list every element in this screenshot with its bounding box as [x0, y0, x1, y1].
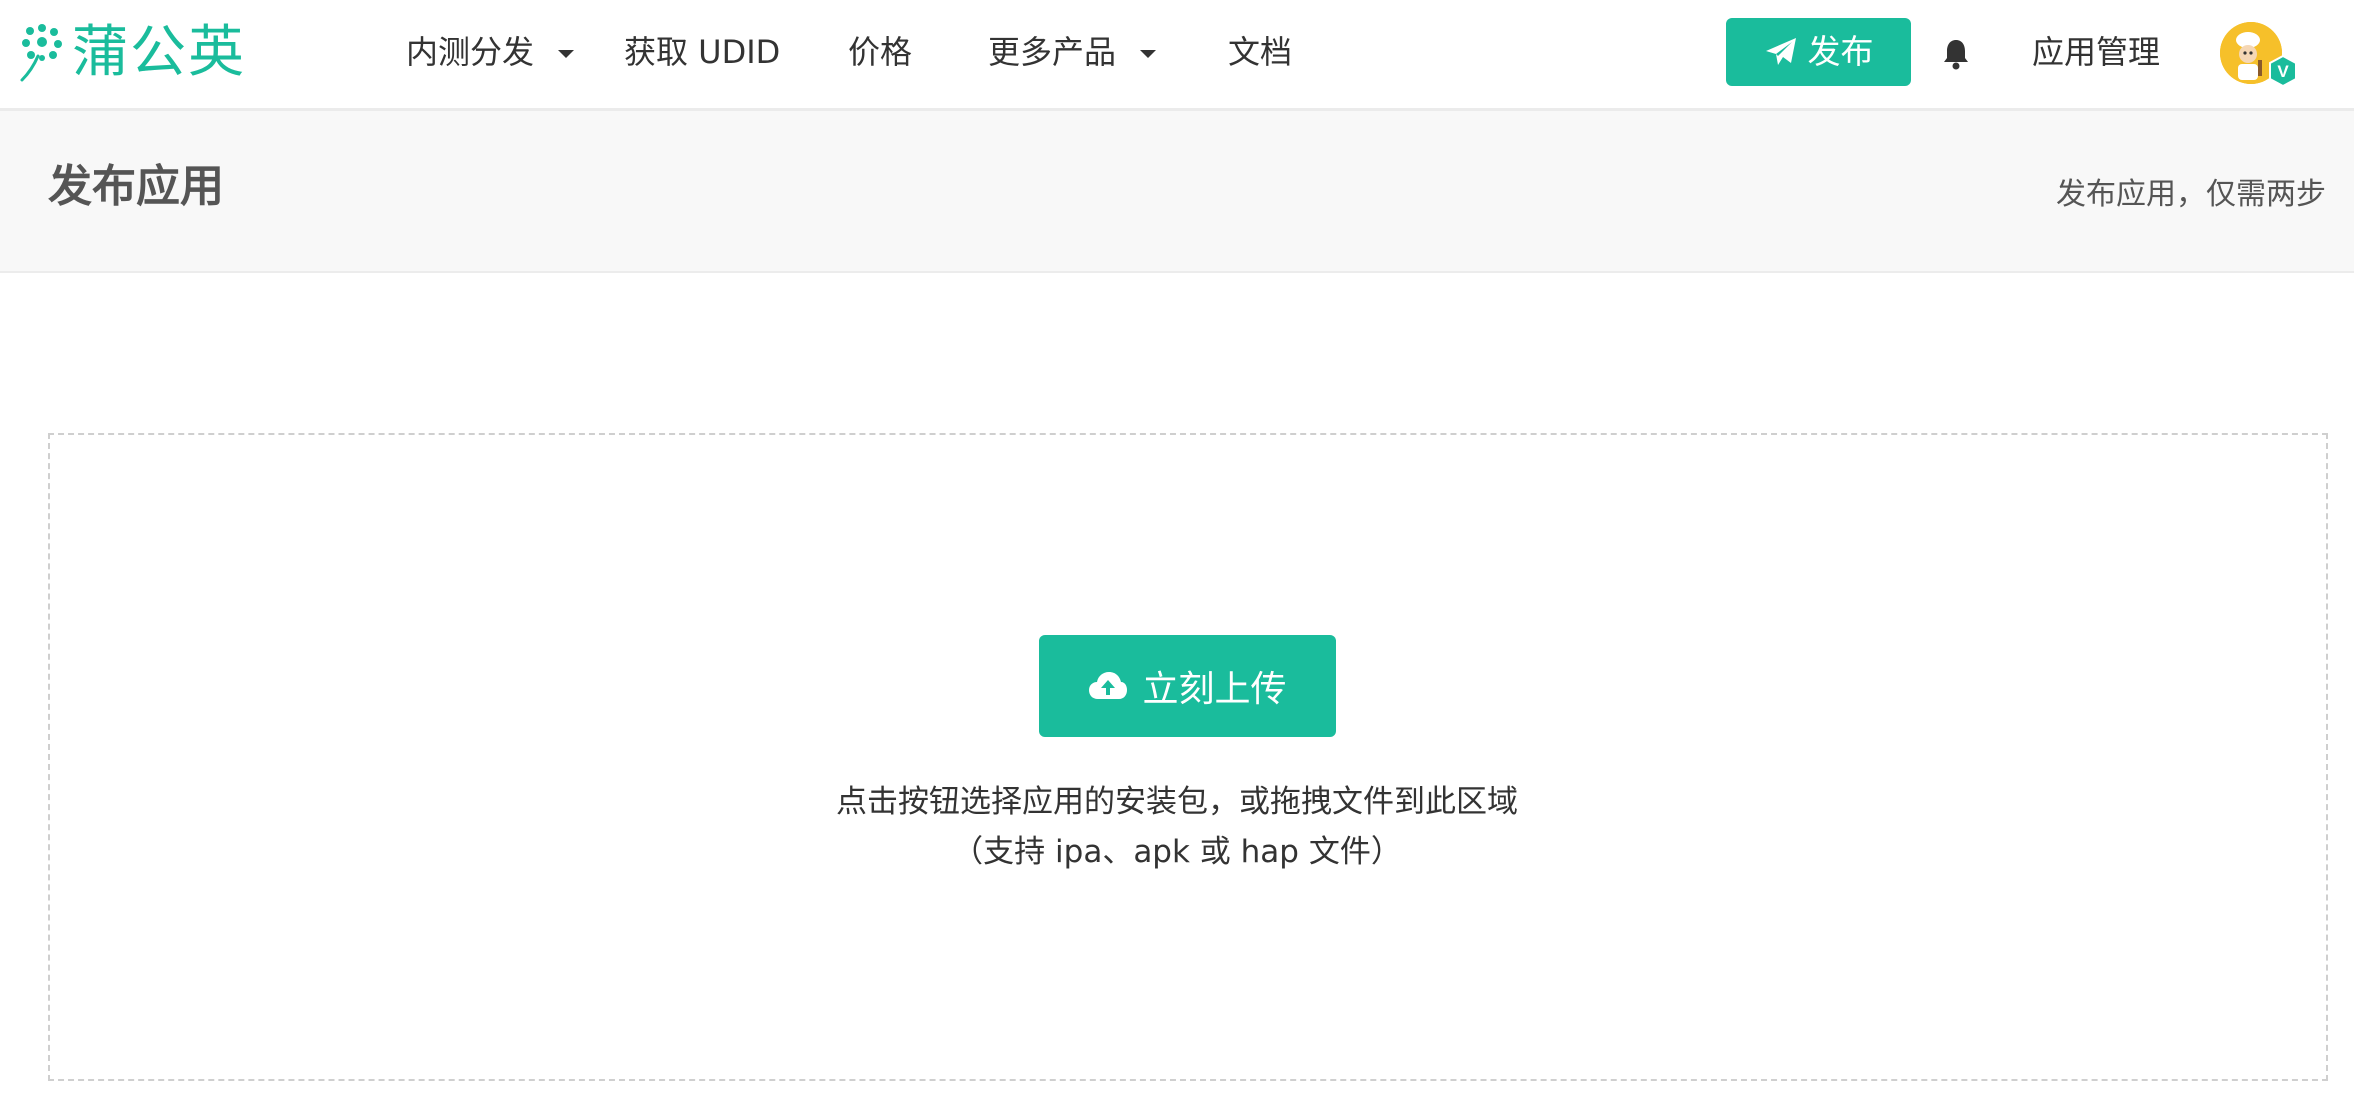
- nav-item-label: 内测分发: [406, 33, 535, 71]
- caret-down-icon: [1140, 50, 1157, 58]
- nav-item-pricing[interactable]: 价格: [848, 28, 912, 76]
- upload-now-label: 立刻上传: [1142, 669, 1287, 710]
- page-title: 发布应用: [48, 161, 224, 212]
- verified-badge-text: V: [2277, 62, 2289, 81]
- caret-down-icon: [558, 50, 575, 58]
- nav-item-get-udid[interactable]: 获取 UDID: [624, 28, 780, 76]
- avatar[interactable]: V: [2220, 22, 2297, 88]
- nav-item-docs[interactable]: 文档: [1228, 28, 1292, 76]
- nav-item-label: 价格: [848, 33, 913, 71]
- nav-item-label: 更多产品: [988, 33, 1117, 71]
- cloud-upload-icon: [1089, 672, 1128, 699]
- publish-label: 发布: [1807, 32, 1874, 71]
- upload-hint-line1: 点击按钮选择应用的安装包，或拖拽文件到此区域: [836, 784, 1518, 820]
- top-navbar: 蒲公英 内测分发 获取 UDID 价格 更多产品 文档 发布 应用管理 V: [0, 0, 2354, 111]
- logo[interactable]: 蒲公英: [16, 18, 246, 88]
- page-subtitle: 发布应用，仅需两步: [2056, 177, 2326, 212]
- upload-drop-zone[interactable]: [48, 433, 2328, 1081]
- verified-badge-icon: V: [2269, 54, 2297, 88]
- nav-item-more-products[interactable]: 更多产品: [988, 28, 1158, 76]
- logo-text: 蒲公英: [72, 20, 246, 85]
- upload-hint-line2: （支持 ipa、apk 或 hap 文件）: [952, 834, 1402, 870]
- publish-button[interactable]: 发布: [1726, 18, 1911, 86]
- upload-now-button[interactable]: 立刻上传: [1039, 635, 1336, 737]
- paper-plane-icon: [1765, 38, 1796, 65]
- page-header: 发布应用 发布应用，仅需两步: [0, 111, 2354, 273]
- app-management-label: 应用管理: [2032, 33, 2161, 71]
- app-management-link[interactable]: 应用管理: [2032, 28, 2160, 76]
- bell-icon: [1944, 40, 1968, 70]
- nav-item-beta-distribution[interactable]: 内测分发: [406, 28, 576, 76]
- notification-bell[interactable]: [1942, 38, 1970, 74]
- nav-item-label: 获取 UDID: [624, 33, 781, 71]
- nav-item-label: 文档: [1228, 33, 1293, 71]
- dandelion-logo-icon: [20, 24, 62, 82]
